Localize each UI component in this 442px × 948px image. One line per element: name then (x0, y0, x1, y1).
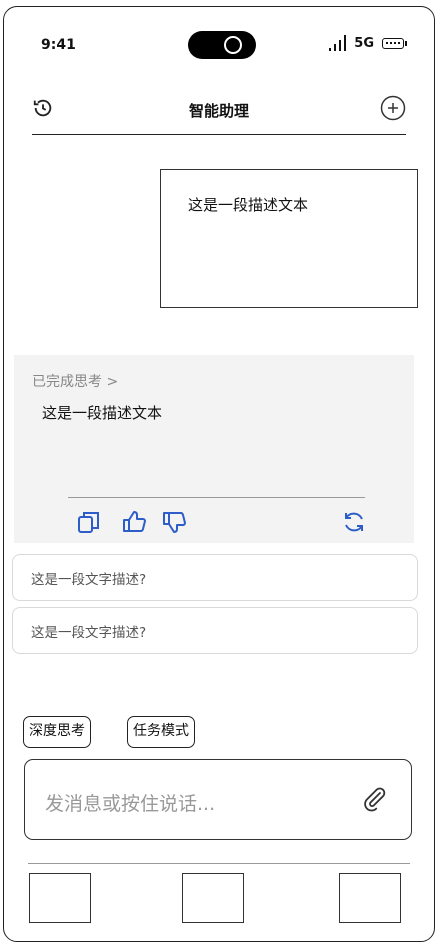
deep-think-button[interactable]: 深度思考 (23, 716, 91, 748)
thumbs-down-icon[interactable] (161, 509, 187, 535)
status-time: 9:41 (41, 37, 76, 53)
thinking-toggle[interactable]: 已完成思考 > (32, 371, 118, 391)
page-title: 智能助理 (188, 102, 249, 120)
suggestion-item[interactable]: 这是一段文字描述? (12, 607, 418, 654)
task-mode-button[interactable]: 任务模式 (127, 716, 195, 748)
message-input[interactable]: 发消息或按住说话... (24, 759, 412, 840)
tab-item-3[interactable] (339, 873, 401, 923)
camera-icon (224, 36, 242, 54)
refresh-icon[interactable] (341, 509, 367, 535)
phone-frame: 9:41 5G 智能助理 这是一段描述文本 已完成思考 > 这是一段描述文本 这… (3, 6, 435, 942)
paperclip-icon[interactable] (361, 786, 387, 812)
network-label: 5G (354, 35, 374, 51)
signal-icon (329, 35, 347, 51)
tab-bar-divider (28, 863, 410, 864)
copy-icon[interactable] (76, 509, 102, 535)
divider (68, 497, 365, 498)
answer-text: 这是一段描述文本 (42, 404, 163, 422)
plus-circle-icon[interactable] (380, 95, 406, 121)
app-header: 智能助理 (32, 89, 406, 135)
battery-icon (382, 37, 407, 49)
input-placeholder: 发消息或按住说话... (45, 793, 216, 815)
tab-item-2[interactable] (182, 873, 244, 923)
status-bar: 9:41 5G (4, 7, 434, 77)
user-message-bubble: 这是一段描述文本 (160, 169, 418, 308)
dynamic-island (188, 31, 256, 59)
assistant-answer-card: 已完成思考 > 这是一段描述文本 (14, 355, 414, 543)
suggestion-text: 这是一段文字描述? (31, 625, 147, 641)
tab-item-1[interactable] (29, 873, 91, 923)
suggestion-item[interactable]: 这是一段文字描述? (12, 554, 418, 601)
user-message-text: 这是一段描述文本 (188, 196, 309, 214)
status-indicators: 5G (329, 35, 407, 51)
suggestion-text: 这是一段文字描述? (31, 572, 147, 588)
thumbs-up-icon[interactable] (121, 509, 147, 535)
